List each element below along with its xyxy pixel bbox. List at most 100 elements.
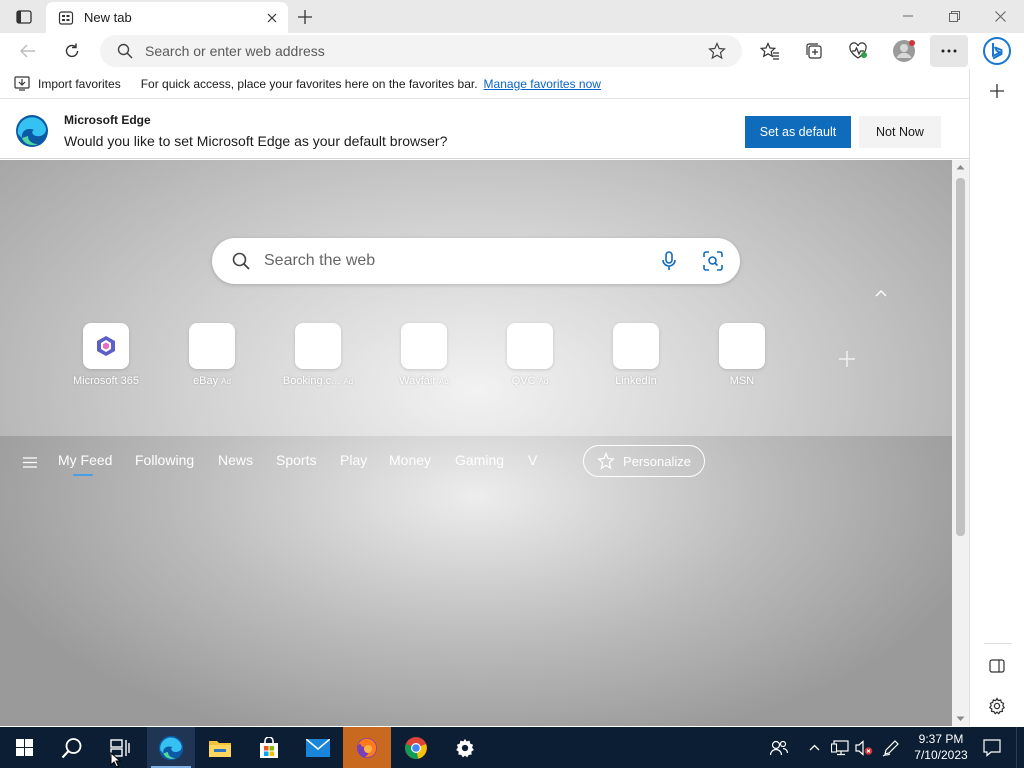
feed-tab-truncated[interactable]: V [528, 452, 537, 468]
network-button[interactable] [829, 727, 851, 768]
feed-tab-gaming[interactable]: Gaming [455, 452, 504, 468]
restore-icon [948, 10, 960, 22]
quick-link-ebay[interactable]: eBay Ad [166, 323, 258, 395]
star-icon [708, 42, 726, 60]
taskbar-edge[interactable] [147, 727, 195, 768]
favorites-icon [760, 42, 779, 60]
import-icon [14, 76, 30, 91]
favorites-bar-message: For quick access, place your favorites h… [140, 76, 478, 91]
network-icon [831, 739, 849, 755]
clock-date: 7/10/2023 [914, 748, 968, 762]
edge-logo-icon [16, 115, 48, 147]
taskbar-mail[interactable] [294, 727, 342, 768]
show-desktop-button[interactable] [1016, 727, 1024, 768]
quick-link-microsoft-365[interactable]: Microsoft 365 [60, 323, 152, 395]
import-favorites-button[interactable]: Import favorites [14, 76, 121, 91]
voice-search-button[interactable] [652, 244, 686, 278]
default-browser-bar: Microsoft Edge Would you like to set Mic… [0, 102, 970, 159]
feed-tab-following[interactable]: Following [135, 452, 194, 468]
quick-link-label: Microsoft 365 [72, 375, 140, 387]
quick-link-linkedin[interactable]: LinkedIn [590, 323, 682, 395]
tab-close-button[interactable] [260, 6, 284, 30]
notifications-button[interactable] [980, 727, 1004, 768]
volume-muted-icon [855, 739, 873, 756]
taskbar-chrome[interactable] [392, 727, 440, 768]
volume-button[interactable] [853, 727, 875, 768]
back-arrow-icon [20, 44, 35, 58]
favorites-button[interactable] [754, 35, 786, 67]
active-tab-indicator [73, 474, 93, 476]
taskbar-search-button[interactable] [48, 727, 96, 768]
taskbar-firefox[interactable] [343, 727, 391, 768]
feed-navigation: My Feed Following News Sports Play Money… [0, 440, 952, 484]
notice-question: Would you like to set Microsoft Edge as … [64, 133, 448, 149]
personalize-label: Personalize [623, 453, 691, 469]
microsoft-365-icon [97, 336, 115, 356]
edge-icon [158, 735, 184, 760]
search-icon [117, 43, 133, 59]
show-hidden-icons-button[interactable] [805, 727, 823, 768]
start-button[interactable] [0, 727, 48, 768]
minimize-icon [903, 15, 913, 17]
tab-new-tab[interactable]: New tab [46, 2, 288, 33]
edge-sidebar [969, 69, 1024, 726]
pen-workspace-button[interactable] [880, 727, 902, 768]
collections-button[interactable] [798, 35, 830, 67]
sidebar-settings-button[interactable] [983, 692, 1011, 720]
feed-tab-sports[interactable]: Sports [276, 452, 316, 468]
microphone-icon [662, 251, 676, 270]
feed-tab-play[interactable]: Play [340, 452, 367, 468]
restore-button[interactable] [932, 4, 976, 28]
address-bar[interactable]: Search or enter web address [100, 35, 742, 67]
performance-button[interactable] [842, 35, 874, 67]
clock-time: 9:37 PM [918, 732, 964, 746]
taskbar-settings[interactable] [441, 727, 489, 768]
new-tab-button[interactable] [292, 5, 318, 29]
page-scrollbar[interactable] [952, 160, 969, 726]
menu-button[interactable] [20, 452, 40, 472]
bing-icon [983, 37, 1011, 65]
personalize-button[interactable]: Personalize [583, 445, 705, 477]
new-tab-page: Search the web Microsoft 365 eBay Ad Book… [0, 160, 952, 726]
taskbar-file-explorer[interactable] [196, 727, 244, 768]
taskbar-store[interactable] [245, 727, 293, 768]
tab-actions-button[interactable] [10, 6, 38, 28]
feed-tab-money[interactable]: Money [389, 452, 431, 468]
refresh-button[interactable] [56, 35, 88, 67]
people-button[interactable] [766, 727, 792, 768]
close-icon [994, 10, 1006, 22]
more-button[interactable] [930, 35, 968, 67]
sidebar-add-button[interactable] [983, 77, 1011, 105]
quick-link-booking[interactable]: Booking.c... Ad [272, 323, 364, 395]
hide-sidebar-button[interactable] [983, 652, 1011, 680]
back-button[interactable] [12, 35, 44, 67]
quick-link-msn[interactable]: MSN [696, 323, 788, 395]
close-window-button[interactable] [978, 4, 1022, 28]
feed-tab-my-feed[interactable]: My Feed [58, 452, 112, 468]
visual-search-icon [703, 251, 723, 271]
quick-link-qvc[interactable]: QVC Ad [484, 323, 576, 395]
set-as-default-button[interactable]: Set as default [745, 116, 851, 148]
visual-search-button[interactable] [696, 244, 730, 278]
collapse-button[interactable] [870, 282, 892, 304]
quick-link-label: QVC [511, 375, 536, 387]
scroll-down-icon [956, 716, 965, 721]
minimize-button[interactable] [886, 4, 930, 28]
manage-favorites-link[interactable]: Manage favorites now [484, 77, 601, 91]
add-favorite-button[interactable] [702, 36, 732, 66]
system-clock[interactable]: 9:37 PM 7/10/2023 [908, 731, 974, 763]
add-quick-link-button[interactable] [835, 347, 859, 371]
feed-tab-news[interactable]: News [218, 452, 253, 468]
people-icon [770, 740, 788, 755]
copilot-button[interactable] [980, 34, 1014, 68]
web-search-box[interactable]: Search the web [212, 238, 740, 284]
not-now-button[interactable]: Not Now [859, 116, 941, 148]
more-icon [941, 49, 957, 53]
chrome-icon [405, 736, 427, 759]
plus-icon [990, 84, 1004, 98]
profile-button[interactable] [888, 35, 920, 67]
scrollbar-thumb[interactable] [956, 178, 965, 536]
folder-icon [209, 740, 231, 757]
new-tab-page-icon [58, 10, 74, 25]
quick-link-wayfair[interactable]: Wayfair Ad [378, 323, 470, 395]
